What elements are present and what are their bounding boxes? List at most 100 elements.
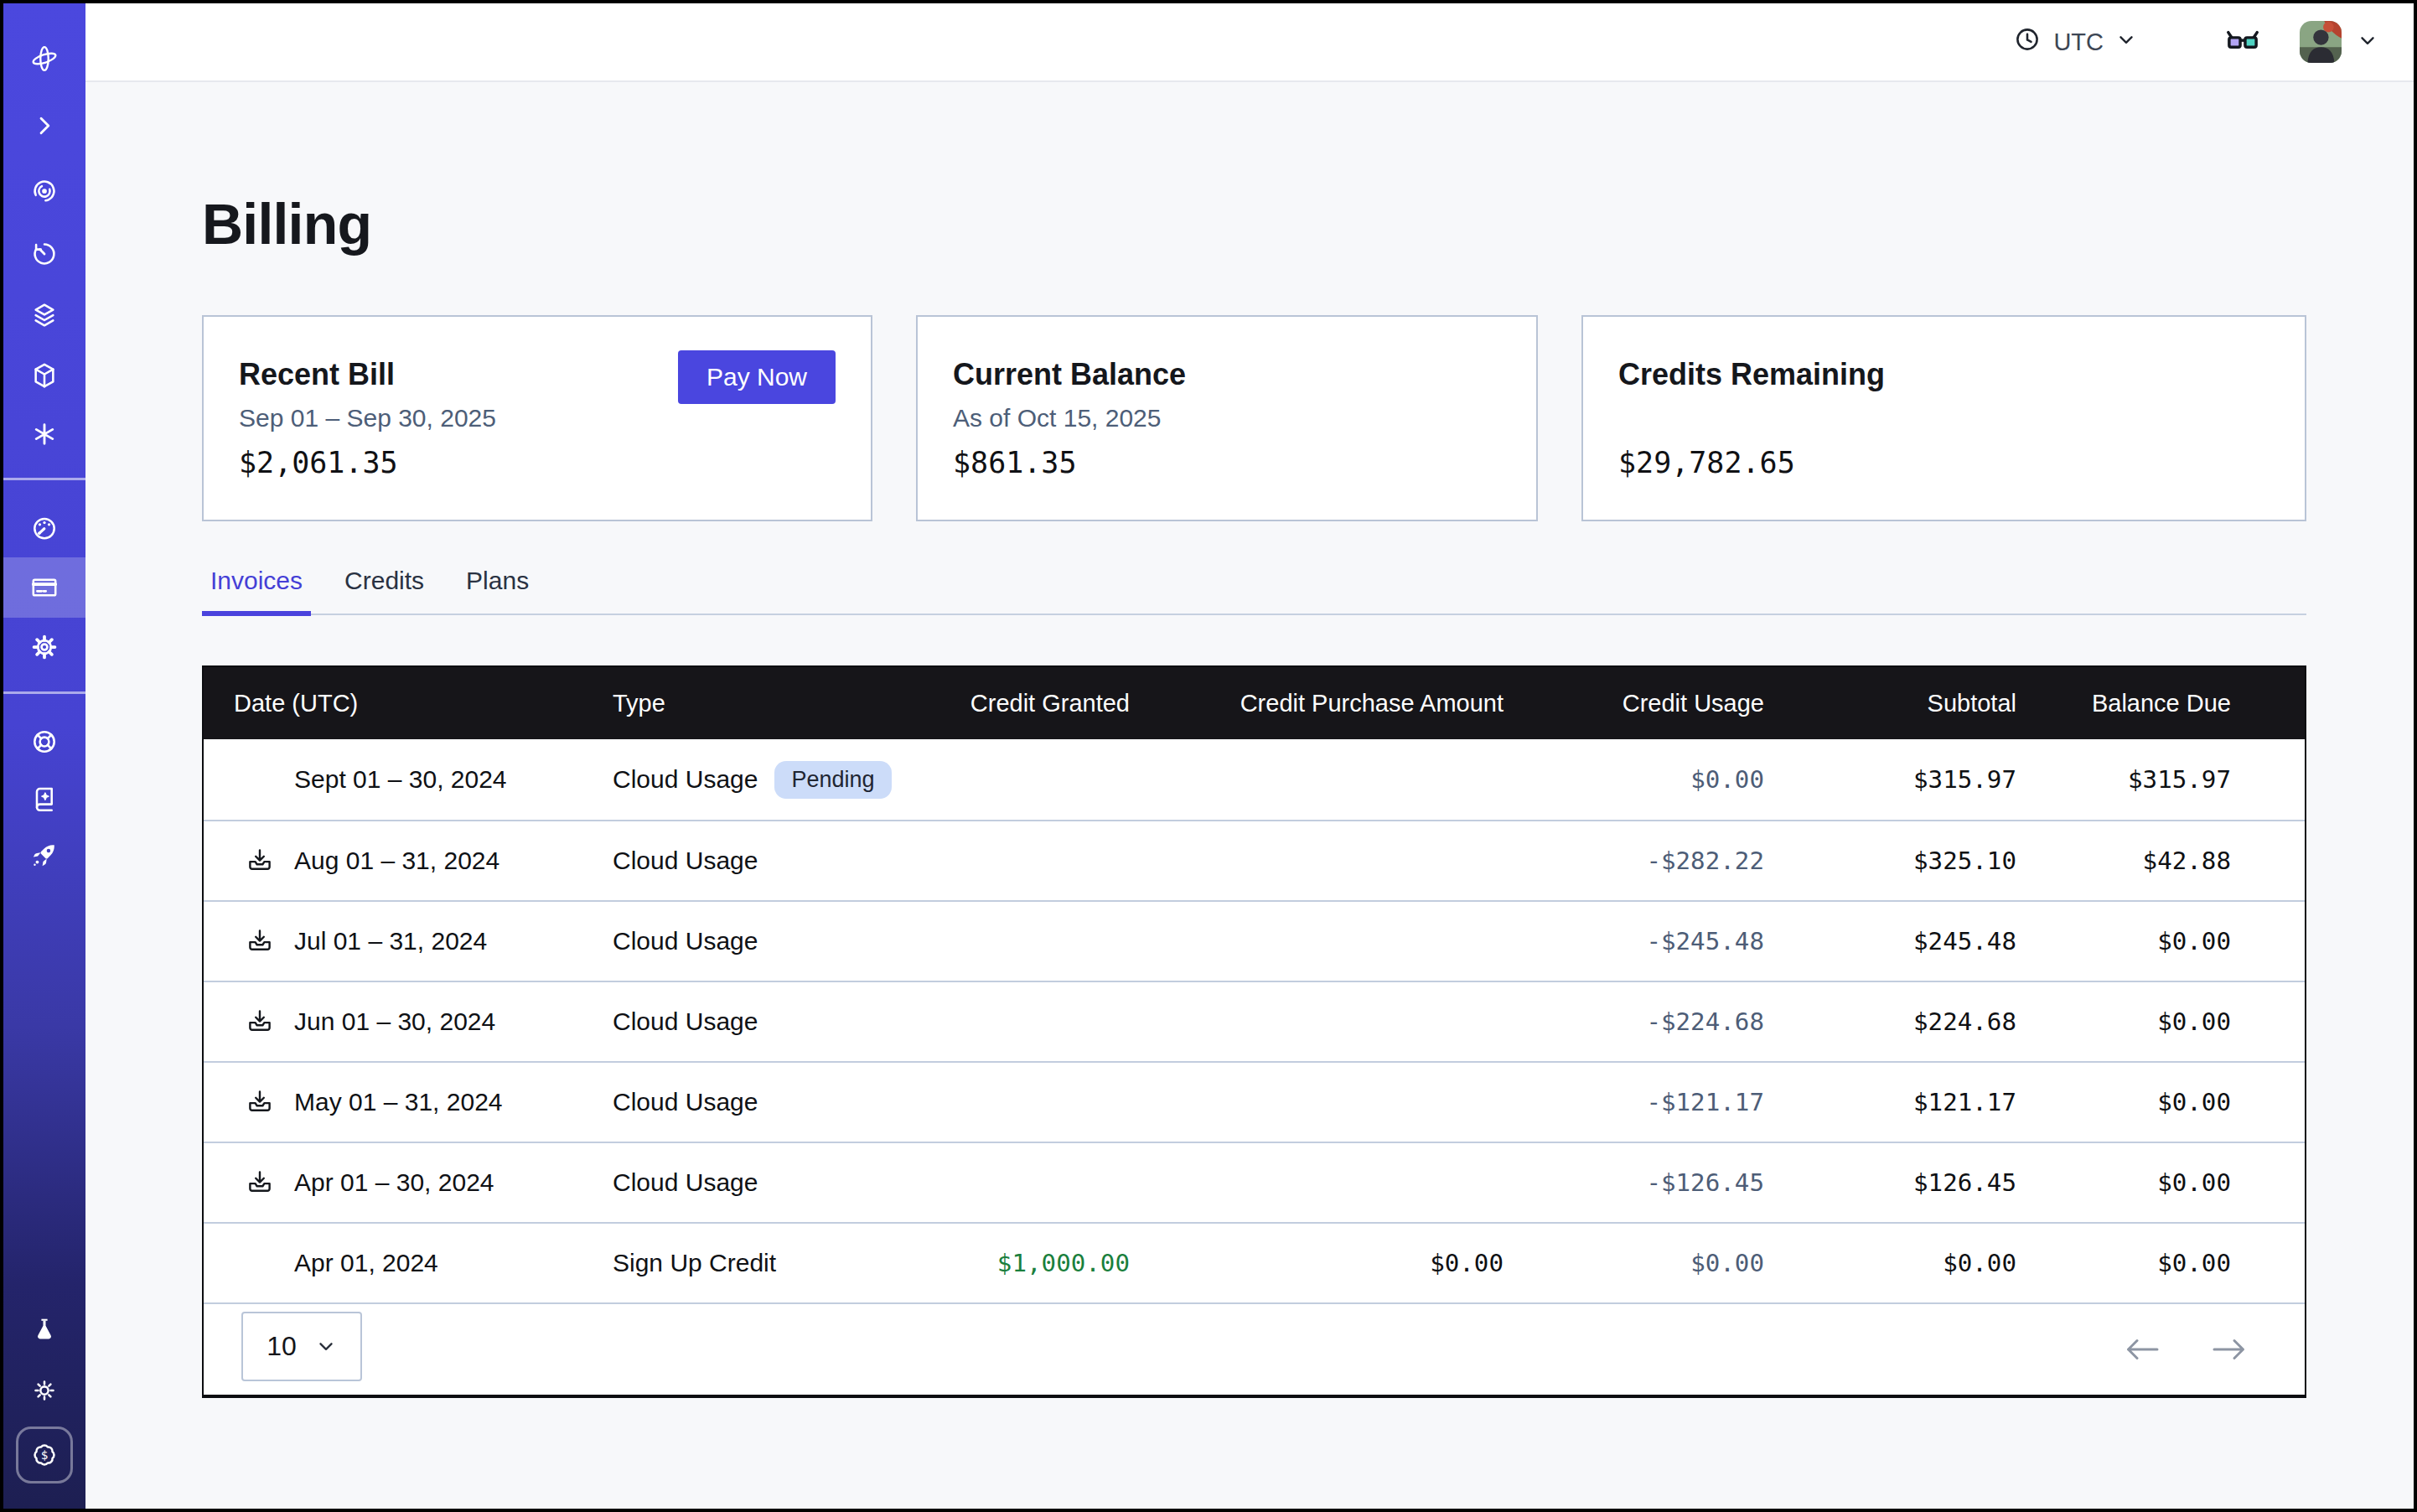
table-footer: 10: [204, 1302, 2305, 1395]
history-icon: [29, 239, 60, 269]
invoice-date: May 01 – 31, 2024: [294, 1088, 503, 1116]
sidebar-item-chevron-right[interactable]: [3, 96, 85, 156]
next-page-button[interactable]: [2212, 1336, 2247, 1363]
credit-usage: -$121.17: [1504, 1088, 1764, 1116]
page-size-select[interactable]: 10: [241, 1312, 362, 1381]
invoice-type: Cloud UsagePending: [613, 761, 898, 799]
invoice-date: Aug 01 – 31, 2024: [294, 847, 499, 875]
sidebar-item-dollar-badge[interactable]: $: [3, 1425, 85, 1485]
sidebar-item-layers[interactable]: [3, 285, 85, 345]
sidebar-item-asterisk[interactable]: [3, 404, 85, 464]
invoice-date: Sept 01 – 30, 2024: [294, 765, 507, 794]
card-subtitle: Sep 01 – Sep 30, 2025: [239, 404, 836, 432]
invoice-type: Cloud Usage: [613, 1168, 898, 1197]
sidebar-item-logo[interactable]: [3, 28, 85, 89]
radar-icon: [29, 176, 60, 206]
billing-tabs: Invoices Credits Plans: [202, 567, 2306, 615]
balance-due: $0.00: [2016, 927, 2305, 955]
sidebar-item-credit-card[interactable]: [3, 557, 85, 618]
subtotal: $325.10: [1764, 847, 2016, 875]
invoice-type: Cloud Usage: [613, 1088, 898, 1116]
subtotal: $0.00: [1764, 1249, 2016, 1277]
invoice-row: Jun 01 – 30, 2024Cloud Usage-$224.68$224…: [204, 981, 2305, 1061]
flask-icon: [29, 1314, 60, 1344]
credit-usage: -$126.45: [1504, 1168, 1764, 1197]
pay-now-button[interactable]: Pay Now: [678, 350, 836, 404]
balance-due: $0.00: [2016, 1168, 2305, 1197]
card-subtitle: As of Oct 15, 2025: [953, 404, 1501, 432]
credit-purchase-amount: $0.00: [1130, 1249, 1504, 1277]
date-cell: Jun 01 – 30, 2024: [204, 1007, 613, 1036]
credit-granted: $1,000.00: [898, 1249, 1130, 1277]
invoice-date: Jun 01 – 30, 2024: [294, 1007, 495, 1036]
topbar: UTC: [85, 3, 2414, 82]
card-title: Credits Remaining: [1618, 355, 2269, 394]
date-cell: Aug 01 – 31, 2024: [204, 847, 613, 875]
chevron-down-icon: [2115, 28, 2137, 56]
page-size-value: 10: [267, 1331, 297, 1362]
credit-usage: $0.00: [1504, 765, 1764, 794]
tab-credits[interactable]: Credits: [336, 567, 432, 614]
subtotal: $315.97: [1764, 765, 2016, 794]
sidebar-item-cube[interactable]: [3, 345, 85, 406]
sun-icon: [29, 1375, 60, 1406]
card-amount: $2,061.35: [239, 446, 398, 479]
invoice-date: Jul 01 – 31, 2024: [294, 927, 487, 955]
subtotal: $126.45: [1764, 1168, 2016, 1197]
card-amount: $29,782.65: [1618, 446, 1795, 479]
date-cell: Jul 01 – 31, 2024: [204, 927, 613, 955]
sidebar-item-gauge[interactable]: [3, 498, 85, 558]
glasses-icon[interactable]: [2224, 23, 2261, 60]
invoice-date: Apr 01, 2024: [294, 1249, 438, 1277]
pagination-controls: [2125, 1336, 2247, 1363]
invoice-type: Cloud Usage: [613, 927, 898, 955]
credits-button[interactable]: $: [16, 1427, 73, 1484]
card-credits-remaining: Credits Remaining $29,782.65: [1581, 315, 2306, 521]
gear-icon: [29, 632, 60, 662]
app-window: $ UTC: [0, 0, 2417, 1512]
invoice-type: Cloud Usage: [613, 1007, 898, 1036]
account-menu[interactable]: [2300, 21, 2378, 63]
column-header: Credit Granted: [898, 690, 1130, 717]
column-header: Credit Purchase Amount: [1130, 690, 1504, 717]
download-invoice-icon[interactable]: [246, 1168, 274, 1197]
column-header: Subtotal: [1764, 690, 2016, 717]
tab-plans[interactable]: Plans: [458, 567, 537, 614]
sidebar-item-rocket[interactable]: [3, 825, 85, 885]
download-invoice-icon[interactable]: [246, 1007, 274, 1036]
table-header-row: Date (UTC)TypeCredit GrantedCredit Purch…: [204, 667, 2305, 739]
timezone-selector[interactable]: UTC: [2013, 25, 2137, 60]
sidebar-item-sun[interactable]: [3, 1360, 85, 1421]
avatar: [2300, 21, 2342, 63]
sidebar-item-book-sparkle[interactable]: [3, 769, 85, 829]
sidebar-item-flask[interactable]: [3, 1299, 85, 1359]
summary-cards: Recent BillSep 01 – Sep 30, 2025$2,061.3…: [202, 315, 2306, 521]
clock-icon: [2013, 25, 2042, 60]
svg-text:$: $: [41, 1448, 49, 1462]
logo-icon: [28, 43, 60, 75]
invoice-row: Sept 01 – 30, 2024 Cloud UsagePending $0.0…: [204, 739, 2305, 820]
status-badge: Pending: [774, 761, 891, 799]
sidebar-item-gear[interactable]: [3, 617, 85, 677]
download-invoice-icon[interactable]: [246, 927, 274, 955]
sidebar-divider: [3, 478, 85, 480]
sidebar-item-radar[interactable]: [3, 161, 85, 221]
sidebar-item-history[interactable]: [3, 224, 85, 284]
tab-invoices[interactable]: Invoices: [202, 567, 311, 614]
date-cell: Apr 01 – 30, 2024: [204, 1168, 613, 1197]
sidebar-divider: [3, 691, 85, 694]
balance-due: $0.00: [2016, 1007, 2305, 1036]
rocket-icon: [29, 840, 60, 870]
card-amount: $861.35: [953, 446, 1077, 479]
balance-due: $42.88: [2016, 847, 2305, 875]
download-invoice-icon[interactable]: [246, 1088, 274, 1116]
date-cell: May 01 – 31, 2024: [204, 1088, 613, 1116]
sidebar-item-lifebuoy[interactable]: [3, 712, 85, 772]
download-invoice-icon[interactable]: [246, 847, 274, 875]
prev-page-button[interactable]: [2125, 1336, 2160, 1363]
invoice-row: Aug 01 – 31, 2024Cloud Usage-$282.22$325…: [204, 820, 2305, 900]
balance-due: $0.00: [2016, 1249, 2305, 1277]
layers-icon: [29, 300, 60, 330]
date-cell: Apr 01, 2024: [204, 1249, 613, 1277]
column-header: Date (UTC): [204, 690, 613, 717]
